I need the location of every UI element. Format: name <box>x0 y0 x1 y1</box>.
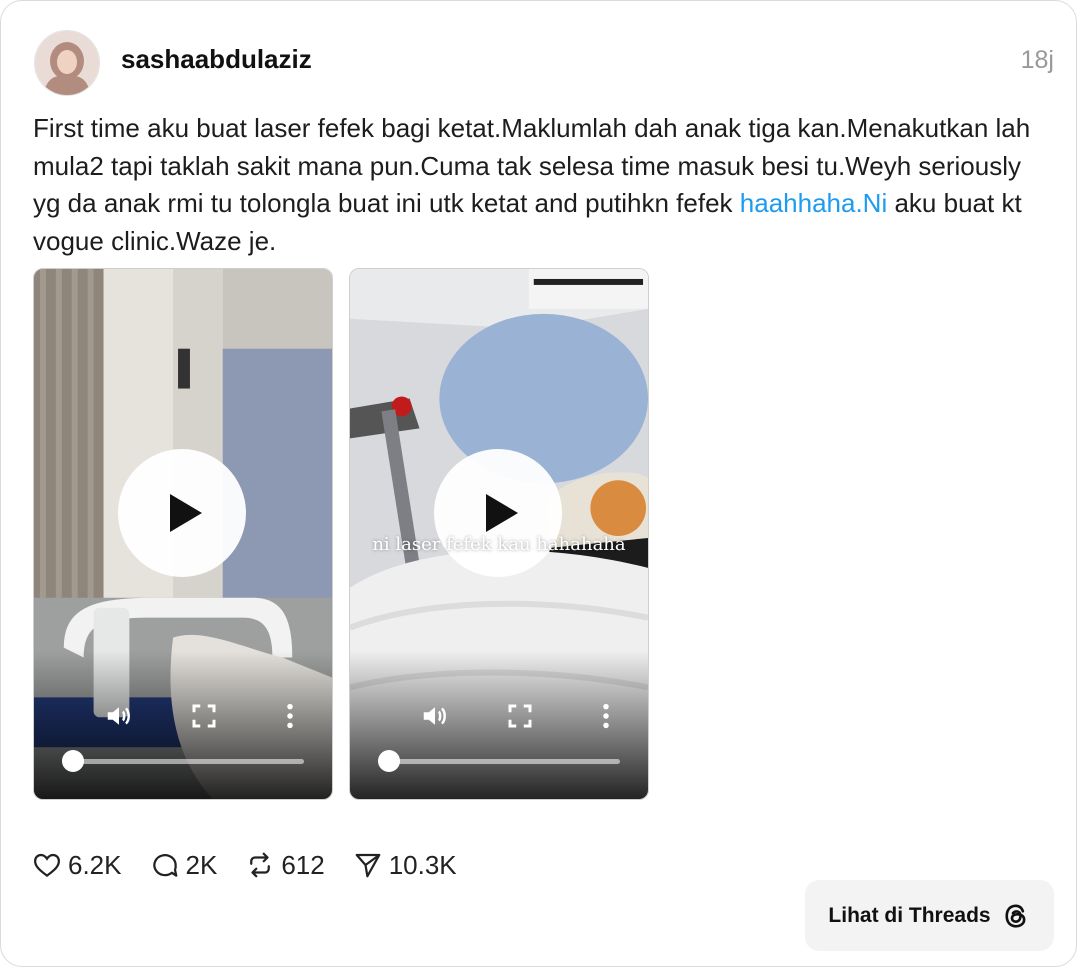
video-progress-bar[interactable] <box>72 759 304 764</box>
username[interactable]: sashaabdulaziz <box>121 44 312 75</box>
video-progress-bar[interactable] <box>388 759 620 764</box>
progress-scrubber[interactable] <box>62 750 84 772</box>
avatar-image <box>35 31 99 95</box>
repost-count: 612 <box>281 849 325 880</box>
repost-button[interactable]: 612 <box>245 849 325 881</box>
video-player-1[interactable] <box>33 268 333 800</box>
post-text: First time aku buat laser fefek bagi ket… <box>33 110 1043 260</box>
like-count: 6.2K <box>68 849 122 880</box>
avatar[interactable] <box>34 30 100 96</box>
share-button[interactable]: 10.3K <box>353 850 457 881</box>
comment-count: 2K <box>185 849 218 880</box>
comment-button[interactable]: 2K <box>150 849 218 881</box>
view-on-threads-button[interactable]: Lihat di Threads <box>805 880 1054 951</box>
share-count: 10.3K <box>388 849 457 880</box>
heart-icon <box>33 853 61 878</box>
view-on-threads-label: Lihat di Threads <box>828 903 991 927</box>
repost-icon <box>250 852 271 878</box>
threads-logo-icon <box>1005 903 1026 928</box>
comment-icon <box>152 854 177 877</box>
play-button[interactable] <box>118 449 246 577</box>
video-overlay-caption: ni laser fefek kau hahahaha <box>372 534 626 555</box>
like-button[interactable]: 6.2K <box>32 850 122 881</box>
progress-scrubber[interactable] <box>378 750 400 772</box>
threads-post-card: sashaabdulaziz 18j First time aku buat l… <box>0 0 1077 967</box>
engagement-bar: 6.2K 2K 612 10.3K <box>32 848 485 882</box>
video-player-2[interactable]: ni laser fefek kau hahahaha <box>349 268 649 800</box>
play-button[interactable] <box>434 449 562 577</box>
more-options-icon[interactable] <box>275 701 305 731</box>
post-timestamp: 18j <box>1020 46 1054 74</box>
volume-icon[interactable] <box>104 701 134 731</box>
post-text-link[interactable]: haahhaha.Ni <box>740 188 887 218</box>
send-icon <box>355 853 381 878</box>
volume-icon[interactable] <box>420 701 450 731</box>
more-options-icon[interactable] <box>591 701 621 731</box>
fullscreen-icon[interactable] <box>189 701 219 731</box>
fullscreen-icon[interactable] <box>505 701 535 731</box>
